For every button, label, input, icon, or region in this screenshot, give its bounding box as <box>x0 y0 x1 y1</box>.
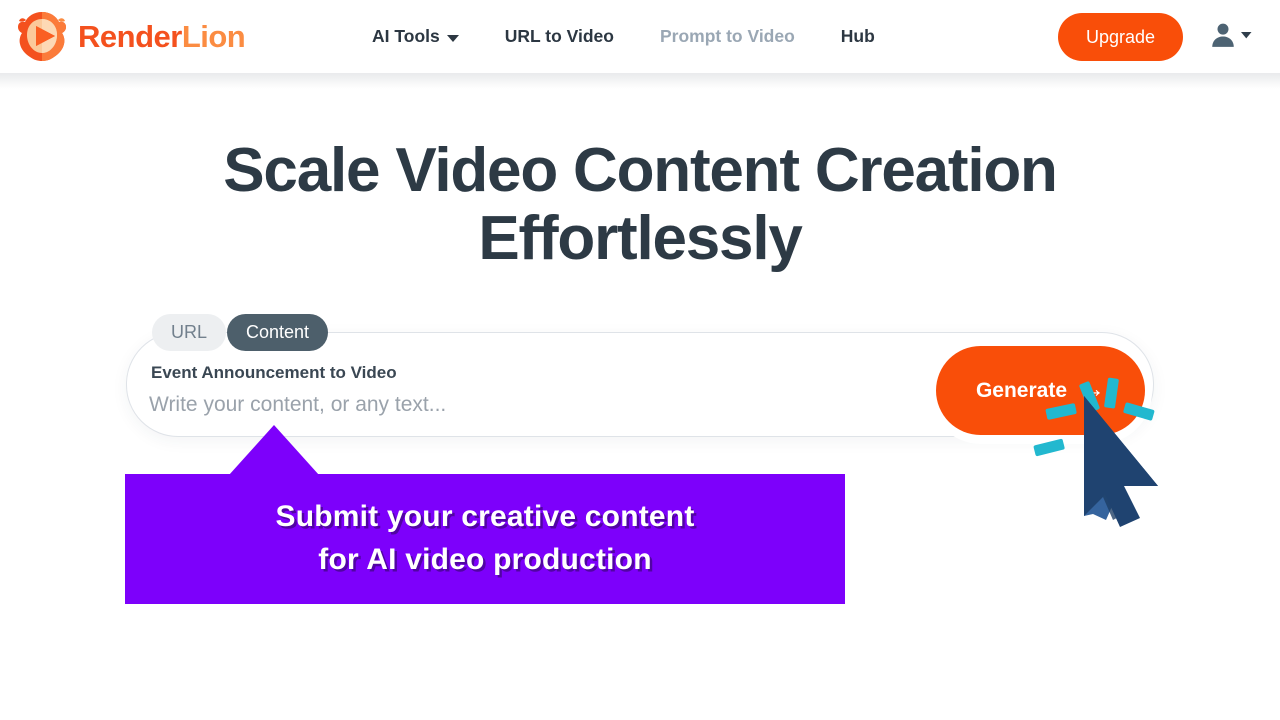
page-title-line-1: Scale Video Content Creation <box>223 136 1058 205</box>
brand-logo[interactable]: RenderLion <box>14 8 246 65</box>
content-input[interactable] <box>149 389 909 421</box>
brand-wordmark: RenderLion <box>78 18 246 55</box>
tab-content[interactable]: Content <box>227 314 329 351</box>
arrow-right-icon: → <box>1080 375 1106 403</box>
page-title: Scale Video Content Creation Effortlessl… <box>0 140 1280 270</box>
callout-text: Submit your creative content for AI vide… <box>125 474 845 604</box>
tab-url[interactable]: URL <box>152 314 227 351</box>
nav-item-hub[interactable]: Hub <box>841 26 875 47</box>
callout-line-1: Submit your creative content <box>275 500 695 534</box>
callout-banner: Submit your creative content for AI vide… <box>125 474 845 604</box>
account-menu[interactable] <box>1208 20 1253 50</box>
nav-item-hub-label: Hub <box>840 26 875 46</box>
chevron-down-icon <box>446 34 459 42</box>
nav-item-url-to-video-label: URL to Video <box>504 26 614 46</box>
nav-item-url-to-video[interactable]: URL to Video <box>505 26 614 47</box>
callout-pointer-triangle <box>229 425 319 475</box>
input-card-label: Event Announcement to Video <box>151 363 397 382</box>
generate-button-label: Generate <box>975 378 1068 402</box>
upgrade-button[interactable]: Upgrade <box>1058 13 1183 61</box>
lion-play-logo-icon <box>14 9 70 65</box>
brand-name-primary: Render <box>78 18 182 54</box>
page-title-line-2: Effortlessly <box>478 204 802 273</box>
app-screen: RenderLion AI Tools URL to Video Prompt … <box>0 0 1280 720</box>
header-shadow-divider <box>0 73 1280 89</box>
callout-line-2: for AI video production <box>318 543 652 576</box>
main-navigation: AI Tools URL to Video Prompt to Video Hu… <box>372 0 921 73</box>
user-avatar-icon <box>1208 20 1238 50</box>
chevron-down-icon <box>1240 30 1253 40</box>
nav-item-ai-tools-label: AI Tools <box>372 26 440 46</box>
generate-button[interactable]: Generate → <box>936 346 1145 435</box>
input-mode-tabs: URL Content <box>152 314 329 351</box>
site-header: RenderLion AI Tools URL to Video Prompt … <box>0 0 1280 73</box>
nav-item-prompt-to-video[interactable]: Prompt to Video <box>660 26 795 47</box>
brand-name-secondary: Lion <box>181 18 246 54</box>
nav-item-ai-tools[interactable]: AI Tools <box>372 26 459 47</box>
nav-item-prompt-to-video-label: Prompt to Video <box>659 26 795 46</box>
